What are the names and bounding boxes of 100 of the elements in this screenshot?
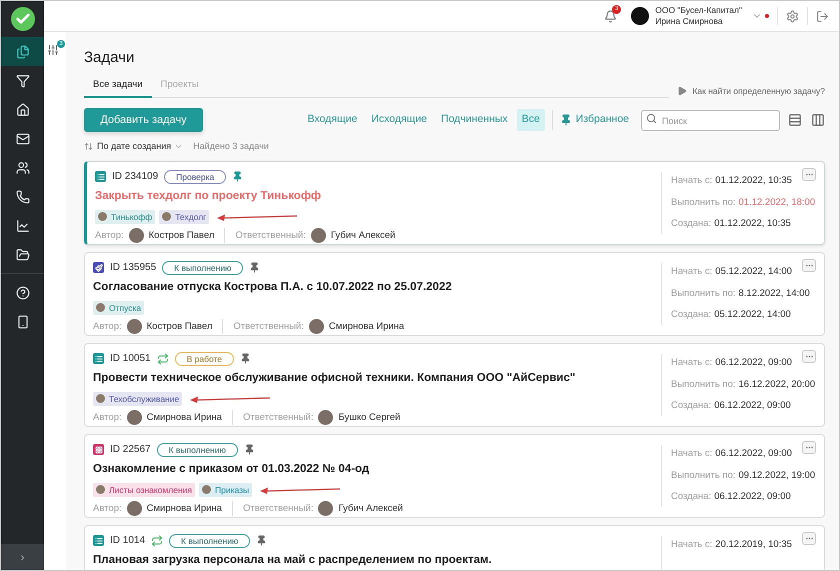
date-value: 05.12.2022, 14:00 bbox=[714, 308, 791, 322]
task-id: ID 10051 bbox=[110, 352, 151, 366]
found-count: Найдено 3 задачи bbox=[193, 140, 269, 153]
tag[interactable]: Листы ознакомления bbox=[93, 482, 196, 498]
date-value: 01.12.2022, 10:35 bbox=[714, 216, 791, 231]
chart-icon bbox=[16, 218, 30, 232]
company-avatar bbox=[631, 7, 650, 25]
search-field[interactable]: Поиск bbox=[641, 110, 780, 132]
pin-icon[interactable] bbox=[240, 353, 252, 364]
task-card[interactable]: ID 1014 К выполнению Плановая загрузка персонала на май с распределением по проектам. Начать с: 20.12.2019, 10:35 bbox=[84, 525, 825, 570]
pin-icon bbox=[560, 114, 572, 126]
task-card[interactable] bbox=[84, 434, 825, 518]
date-value: 01.12.2022, 10:35 bbox=[715, 174, 792, 188]
task-card[interactable] bbox=[84, 252, 825, 336]
date-label: Создана: bbox=[671, 216, 712, 231]
date-value: 8.12.2022, 14:00 bbox=[738, 286, 810, 300]
sort-dropdown[interactable]: По дате создания bbox=[97, 140, 184, 154]
person-label: Ответственный: bbox=[242, 502, 314, 516]
help-link[interactable]: Как найти определенную задачу? bbox=[692, 85, 825, 98]
status-badge: К выполнению bbox=[169, 534, 250, 548]
date-label: Выполнить по: bbox=[671, 468, 736, 482]
notification-icon[interactable] bbox=[604, 10, 618, 22]
documents-icon bbox=[16, 44, 30, 58]
avatar bbox=[126, 410, 142, 426]
person-label: Автор: bbox=[93, 410, 122, 425]
person-name[interactable]: Смирнова Ирина bbox=[146, 410, 222, 425]
avatar bbox=[318, 501, 334, 516]
task-id: ID 135955 bbox=[110, 261, 156, 276]
task-id: ID 1014 bbox=[110, 534, 146, 548]
logout-icon[interactable] bbox=[816, 10, 829, 22]
help-icon bbox=[16, 286, 30, 300]
user-name[interactable]: Ирина Смирнова bbox=[655, 16, 742, 27]
funnel-icon bbox=[16, 74, 30, 88]
date-label: Начать с: bbox=[671, 447, 712, 462]
task-card[interactable] bbox=[84, 343, 825, 428]
list-view-icon[interactable] bbox=[788, 112, 802, 127]
column-view-icon[interactable] bbox=[811, 112, 825, 127]
avatar bbox=[308, 319, 324, 334]
avatar bbox=[126, 501, 142, 516]
task-id: ID 234109 bbox=[112, 170, 158, 184]
avatar bbox=[128, 228, 144, 244]
mail-icon bbox=[16, 132, 30, 146]
avatar bbox=[310, 228, 326, 244]
pin-icon[interactable] bbox=[249, 262, 260, 274]
company-name[interactable]: ООО "Бусел-Капитал" bbox=[655, 5, 742, 16]
person-name[interactable]: Смирнова Ирина bbox=[328, 320, 404, 334]
date-label: Начать с: bbox=[671, 265, 712, 280]
date-value: 06.12.2022, 09:00 bbox=[714, 398, 791, 413]
pin-icon[interactable] bbox=[256, 535, 268, 546]
date-value: 09.12.2022, 19:00 bbox=[738, 468, 816, 482]
task-title[interactable]: Ознакомление с приказом от 01.03.2022 № 04-од bbox=[93, 461, 661, 478]
users-icon bbox=[16, 160, 30, 174]
date-label: Начать с: bbox=[671, 174, 712, 188]
filter-icon[interactable] bbox=[47, 44, 59, 56]
person-label: Автор: bbox=[93, 502, 122, 516]
person-name[interactable]: Губич Алексей bbox=[330, 228, 396, 243]
pin-icon[interactable] bbox=[244, 444, 255, 456]
search-icon bbox=[646, 112, 657, 124]
date-value: 06.12.2022, 09:00 bbox=[714, 490, 791, 504]
sort-icon bbox=[84, 142, 93, 151]
date-label: Выполнить по: bbox=[671, 196, 736, 210]
logo-icon bbox=[10, 7, 34, 31]
avatar bbox=[126, 319, 142, 334]
mobile-icon bbox=[16, 314, 30, 328]
date-value: 01.12.2022, 18:00 bbox=[738, 196, 816, 210]
status-badge: К выполнению bbox=[162, 260, 244, 275]
tag[interactable]: Техобслуживание bbox=[93, 392, 182, 406]
person-label: Ответственный: bbox=[235, 228, 306, 243]
chevron-icon bbox=[174, 142, 184, 151]
date-value: 06.12.2022, 09:00 bbox=[715, 356, 792, 370]
tag[interactable]: Техдолг bbox=[159, 210, 210, 224]
task-title[interactable]: Провести техническое обслуживание офисной техники. Компания ООО "АйСервис" bbox=[93, 370, 661, 388]
settings-icon[interactable] bbox=[786, 10, 799, 22]
status-badge: В работе bbox=[174, 352, 234, 366]
tab[interactable]: Все задачи bbox=[84, 78, 152, 98]
date-label: Начать с: bbox=[671, 356, 712, 370]
task-title[interactable]: Согласование отпуска Кострова П.А. с 10.07.2022 по 25.07.2022 bbox=[93, 279, 661, 296]
collapse-button[interactable]: › bbox=[1, 544, 44, 570]
pin-icon[interactable] bbox=[232, 171, 244, 182]
folder-icon bbox=[16, 248, 30, 262]
person-label: Автор: bbox=[93, 320, 122, 334]
date-value: 05.12.2022, 14:00 bbox=[715, 265, 792, 280]
date-label: Создана: bbox=[671, 490, 712, 504]
person-name[interactable]: Костров Павел bbox=[146, 320, 212, 334]
person-label: Автор: bbox=[95, 228, 124, 243]
status-badge: Проверка bbox=[164, 170, 226, 184]
date-label: Создана: bbox=[671, 308, 712, 322]
home-icon bbox=[16, 102, 30, 116]
date-label: Выполнить по: bbox=[671, 286, 736, 300]
person-name[interactable]: Бушко Сергей bbox=[338, 410, 400, 425]
date-label: Выполнить по: bbox=[671, 378, 736, 392]
date-value: 20.12.2019, 10:35 bbox=[715, 538, 792, 552]
status-badge: К выполнению bbox=[156, 442, 238, 457]
person-label: Ответственный: bbox=[233, 320, 304, 334]
person-name[interactable]: Костров Павел bbox=[148, 228, 214, 243]
task-title[interactable]: Плановая загрузка персонала на май с распределением по проектам. bbox=[93, 552, 661, 570]
person-name[interactable]: Смирнова Ирина bbox=[146, 502, 222, 516]
person-name[interactable]: Губич Алексей bbox=[338, 502, 403, 516]
phone-icon bbox=[16, 190, 30, 204]
person-label: Ответственный: bbox=[242, 410, 314, 425]
